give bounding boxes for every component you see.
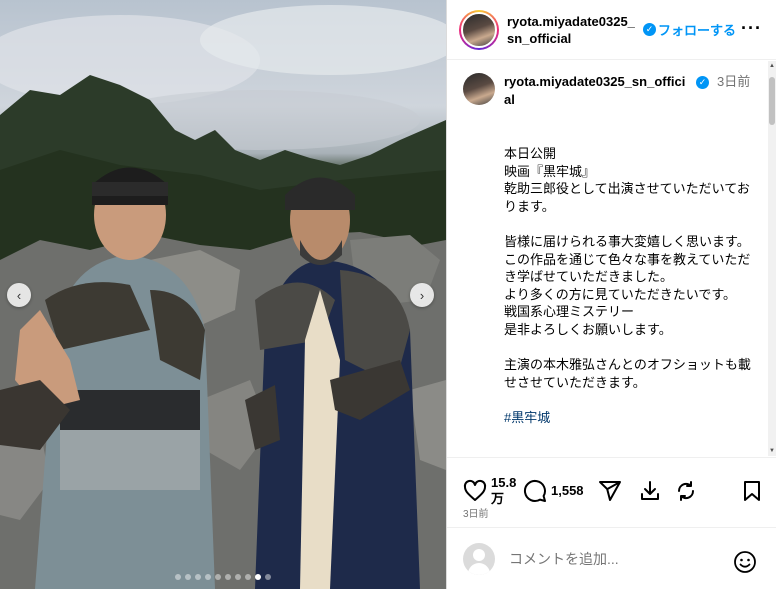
photo-scene	[0, 5, 446, 589]
scrollbar[interactable]: ▲ ▼	[768, 61, 776, 456]
caption-body: 本日公開 映画『黒牢城』 乾助三郎役として出演させていただいております。 皆様に…	[504, 146, 751, 390]
more-options-icon[interactable]: ···	[741, 18, 762, 39]
caption-username[interactable]: ryota.miyadate0325_sn_official	[504, 73, 692, 109]
caption-text: 本日公開 映画『黒牢城』 乾助三郎役として出演させていただいております。 皆様に…	[504, 145, 754, 427]
heart-icon	[463, 479, 487, 501]
carousel-next-button[interactable]: ›	[410, 283, 434, 307]
comment-input[interactable]	[509, 550, 719, 567]
scroll-up-arrow-icon[interactable]: ▲	[768, 61, 776, 71]
caption-header: ryota.miyadate0325_sn_official ✓ 3日前	[447, 61, 768, 109]
post-side-panel: ryota.miyadate0325_sn_official ✓ フォローする …	[446, 0, 776, 589]
emoji-icon	[734, 551, 756, 573]
comment-icon	[523, 479, 546, 502]
post-actions: 15.8万 1,558 3日前	[447, 457, 776, 527]
carousel-dot	[225, 574, 231, 580]
share-icon	[598, 481, 621, 501]
carousel-dot	[215, 574, 221, 580]
repost-icon	[677, 481, 694, 501]
caption-avatar[interactable]	[463, 73, 495, 105]
carousel-dot	[205, 574, 211, 580]
post-photo[interactable]: ‹ ›	[0, 0, 446, 589]
header-follow-group: ✓ フォローする	[639, 20, 736, 39]
follow-button[interactable]: フォローする	[658, 20, 736, 39]
avatar-head	[473, 548, 485, 561]
post-timestamp[interactable]: 3日前	[463, 505, 489, 520]
repost-button[interactable]	[674, 479, 698, 503]
scroll-thumb[interactable]	[769, 77, 775, 125]
bookmark-button[interactable]	[740, 479, 764, 503]
carousel-dot	[265, 574, 271, 580]
chevron-left-icon: ‹	[16, 287, 22, 303]
bookmark-icon	[743, 481, 760, 501]
scroll-down-arrow-icon[interactable]: ▼	[768, 446, 776, 456]
emoji-button[interactable]	[733, 550, 757, 579]
avatar-body	[468, 562, 490, 575]
post-header: ryota.miyadate0325_sn_official ✓ フォローする …	[447, 0, 776, 60]
comments-scroll-area[interactable]: ryota.miyadate0325_sn_official ✓ 3日前 本日公…	[447, 61, 768, 456]
caption-verified-badge-icon: ✓	[696, 76, 709, 89]
avatar-image	[461, 11, 497, 48]
carousel-dot	[255, 574, 261, 580]
add-comment-bar	[447, 527, 776, 589]
share-button[interactable]	[598, 479, 622, 503]
hashtag-link[interactable]: #黒牢城	[504, 410, 550, 425]
post-dialog: ‹ › ryota.miyadate0325_sn_official ✓ フォロ…	[0, 0, 776, 589]
carousel-dot	[235, 574, 241, 580]
chevron-right-icon: ›	[419, 287, 425, 303]
caption-time[interactable]: 3日前	[717, 73, 753, 109]
download-button[interactable]	[638, 479, 662, 503]
author-username[interactable]: ryota.miyadate0325_sn_official	[507, 13, 637, 47]
download-icon	[640, 481, 659, 500]
action-bar: 15.8万 1,558	[447, 458, 776, 510]
carousel-dot	[175, 574, 181, 580]
author-avatar[interactable]	[459, 9, 499, 50]
current-user-avatar	[463, 542, 495, 575]
carousel-dot	[245, 574, 251, 580]
verified-badge-icon: ✓	[643, 23, 656, 36]
carousel-prev-button[interactable]: ‹	[7, 283, 31, 307]
like-button[interactable]: 15.8万	[463, 475, 516, 507]
comments-count[interactable]: 1,558	[551, 483, 584, 499]
author-username-text: ryota.miyadate0325_sn_official	[507, 13, 635, 46]
likes-count[interactable]: 15.8万	[491, 475, 516, 507]
comment-button[interactable]: 1,558	[523, 479, 584, 503]
carousel-dots	[0, 574, 446, 580]
carousel-dot	[195, 574, 201, 580]
carousel-dot	[185, 574, 191, 580]
